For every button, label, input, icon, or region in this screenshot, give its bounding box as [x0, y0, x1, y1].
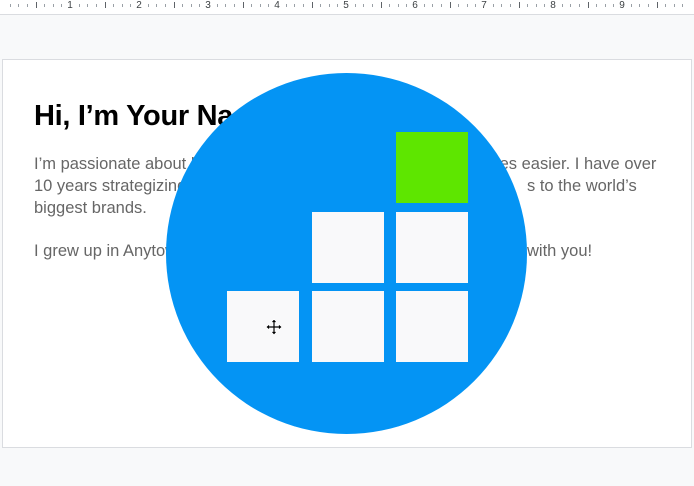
ruler-tick [398, 4, 399, 7]
ruler-tick [79, 4, 80, 7]
ruler-number: 3 [204, 0, 212, 12]
ruler-tick [243, 2, 244, 8]
ruler-tick [665, 4, 666, 7]
tile [312, 291, 384, 362]
tile [312, 212, 384, 283]
ruler-tick [389, 4, 390, 7]
ruler-tick [657, 2, 658, 8]
ruler-tick [674, 4, 675, 7]
ruler-number: 1 [66, 0, 74, 12]
ruler-tick [579, 4, 580, 7]
tile-green [396, 132, 468, 203]
ruler-tick [467, 4, 468, 7]
ruler-tick [199, 4, 200, 7]
ruler-tick [355, 4, 356, 7]
ruler-tick [501, 4, 502, 7]
ruler-tick [320, 4, 321, 7]
ruler-tick [441, 4, 442, 7]
ruler-tick [458, 4, 459, 7]
tile [396, 291, 468, 362]
ruler-tick [519, 2, 520, 8]
ruler-tick [475, 4, 476, 7]
ruler-tick [544, 4, 545, 7]
tile[interactable] [227, 291, 299, 362]
para1-line2-left: 10 years strategizing [34, 177, 187, 195]
ruler-tick [527, 4, 528, 7]
ruler-tick [27, 4, 28, 7]
ruler-tick [337, 4, 338, 7]
ruler-tick [174, 2, 175, 8]
page-heading: Hi, I’m Your Na [34, 100, 234, 132]
ruler-tick [182, 4, 183, 7]
ruler-tick [303, 4, 304, 7]
ruler-tick [87, 4, 88, 7]
ruler-tick [648, 4, 649, 7]
para1-line3: biggest brands. [34, 199, 147, 217]
ruler-tick [61, 4, 62, 7]
ruler-number: 7 [480, 0, 488, 12]
ruler-number: 8 [549, 0, 557, 12]
para1-line2-right: s to the world’s [527, 177, 637, 195]
ruler-tick [588, 2, 589, 8]
ruler-tick [44, 4, 45, 7]
ruler-number: 4 [273, 0, 281, 12]
ruler-tick [113, 4, 114, 7]
ruler-tick [510, 4, 511, 7]
ruler-tick [130, 4, 131, 7]
ruler-tick [450, 2, 451, 8]
ruler-tick [217, 4, 218, 7]
ruler-tick [605, 4, 606, 7]
ruler-tick [372, 4, 373, 7]
ruler-tick [286, 4, 287, 7]
ruler-tick [631, 4, 632, 7]
ruler-tick [156, 4, 157, 7]
para1-line1-right: lives easier. I have over [484, 155, 657, 173]
ruler-tick [424, 4, 425, 7]
ruler-tick [225, 4, 226, 7]
para1-line1-left: I’m passionate about l [34, 155, 195, 173]
ruler-tick [122, 4, 123, 7]
ruler-tick [148, 4, 149, 7]
ruler-tick [251, 4, 252, 7]
ruler-tick [18, 4, 19, 7]
ruler-tick [570, 4, 571, 7]
ruler-tick [234, 4, 235, 7]
ruler-number: 9 [618, 0, 626, 12]
para2-right: with you! [527, 242, 593, 260]
ruler-tick [96, 4, 97, 7]
tile [396, 212, 468, 283]
ruler-tick [682, 4, 683, 7]
ruler-number: 2 [135, 0, 143, 12]
ruler-tick [10, 4, 11, 7]
horizontal-ruler[interactable]: 1 2 3 4 5 6 7 8 9 [0, 0, 694, 15]
ruler-tick [165, 4, 166, 7]
ruler-tick [260, 4, 261, 7]
ruler-tick [363, 4, 364, 7]
ruler-number: 5 [342, 0, 350, 12]
ruler-tick [294, 4, 295, 7]
ruler-tick [562, 4, 563, 7]
ruler-tick [268, 4, 269, 7]
ruler-tick [406, 4, 407, 7]
ruler-tick [312, 2, 313, 8]
ruler-tick [191, 4, 192, 7]
ruler-tick [493, 4, 494, 7]
ruler-tick [613, 4, 614, 7]
ruler-number: 6 [411, 0, 419, 12]
ruler-tick [329, 4, 330, 7]
ruler-tick [536, 4, 537, 7]
move-icon [265, 318, 283, 336]
ruler-tick [432, 4, 433, 7]
ruler-tick [36, 2, 37, 8]
ruler-tick [53, 4, 54, 7]
ruler-tick [105, 2, 106, 8]
para2-left: I grew up in Anytow [34, 242, 178, 260]
ruler-tick [381, 2, 382, 8]
ruler-tick [596, 4, 597, 7]
ruler-tick [639, 4, 640, 7]
